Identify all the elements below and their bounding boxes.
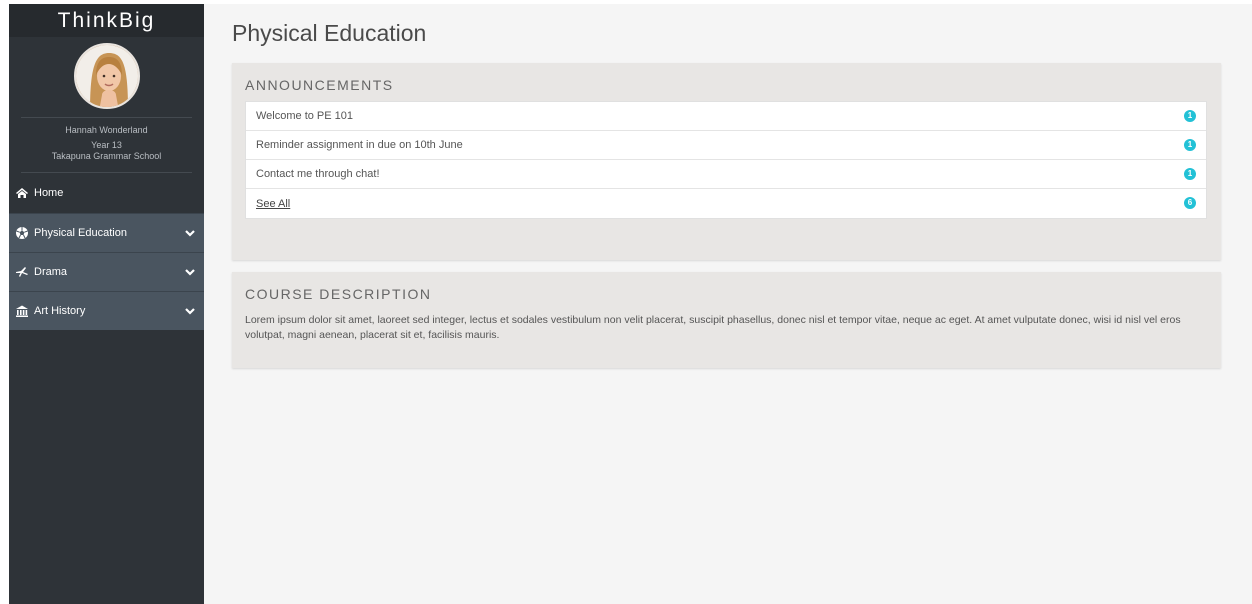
chevron-down-icon[interactable] — [184, 227, 196, 239]
chevron-down-icon[interactable] — [184, 266, 196, 278]
course-description-title: COURSE DESCRIPTION — [245, 286, 432, 302]
announcement-count-badge: 1 — [1184, 110, 1196, 122]
announcement-item[interactable]: Welcome to PE 101 1 — [246, 102, 1206, 131]
announcement-count-badge: 1 — [1184, 168, 1196, 180]
main-content: Physical Education ANNOUNCEMENTS Welcome… — [204, 4, 1252, 604]
sidebar-item-drama[interactable]: Drama — [9, 252, 204, 291]
announcement-item[interactable]: Reminder assignment in due on 10th June … — [246, 131, 1206, 160]
announcement-item[interactable]: Contact me through chat! 1 — [246, 160, 1206, 189]
announcement-text: Reminder assignment in due on 10th June — [256, 139, 463, 151]
profile-divider — [21, 117, 192, 118]
brand-logo: ThinkBig — [9, 4, 204, 37]
soccer-ball-icon — [15, 226, 29, 240]
sidebar-item-art-history[interactable]: Art History — [9, 291, 204, 330]
announcements-title: ANNOUNCEMENTS — [245, 77, 394, 93]
course-description-text: Lorem ipsum dolor sit amet, laoreet sed … — [245, 314, 1181, 341]
avatar[interactable] — [73, 43, 140, 109]
nav-home-label: Home — [34, 187, 64, 199]
sidebar-item-label: Physical Education — [34, 227, 127, 239]
sidebar-item-label: Art History — [34, 305, 86, 317]
profile-year: Year 13 — [91, 140, 122, 150]
see-all-link[interactable]: See All — [256, 198, 290, 210]
profile-school: Takapuna Grammar School — [51, 151, 162, 161]
sidebar-item-label: Drama — [34, 266, 68, 278]
see-all-row[interactable]: See All 6 — [246, 189, 1206, 218]
course-description-panel: COURSE DESCRIPTION Lorem ipsum dolor sit… — [232, 272, 1221, 368]
announcement-text: Contact me through chat! — [256, 168, 380, 180]
sidebar-item-physical-education[interactable]: Physical Education — [9, 213, 204, 252]
see-all-count-badge: 6 — [1184, 197, 1196, 209]
home-icon — [15, 186, 29, 200]
announcements-list: Welcome to PE 101 1 Reminder assignment … — [245, 101, 1207, 219]
sidebar: ThinkBig Hannah Wonderland Year 13 Takap… — [9, 4, 204, 604]
nav-home[interactable]: Home — [9, 173, 204, 213]
announcement-text: Welcome to PE 101 — [256, 110, 354, 122]
theater-icon — [15, 265, 29, 279]
app-frame: ThinkBig Hannah Wonderland Year 13 Takap… — [9, 4, 1252, 604]
announcements-panel: ANNOUNCEMENTS Welcome to PE 101 1 Remind… — [232, 63, 1221, 260]
profile-name: Hannah Wonderland — [65, 125, 148, 135]
page-title: Physical Education — [232, 20, 427, 46]
museum-icon — [15, 304, 29, 318]
chevron-down-icon[interactable] — [184, 305, 196, 317]
announcement-count-badge: 1 — [1184, 139, 1196, 151]
